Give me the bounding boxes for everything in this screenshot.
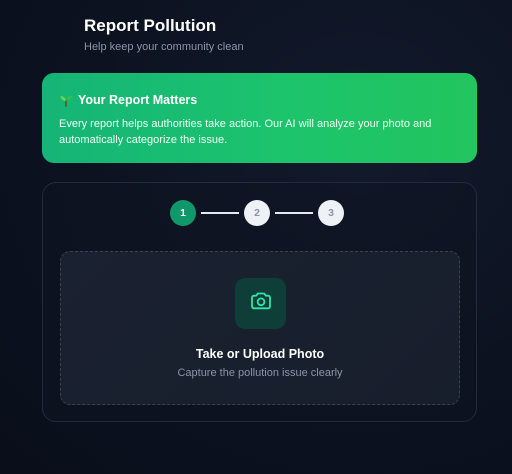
step-2[interactable]: 2 <box>244 200 270 226</box>
page-title: Report Pollution <box>84 16 217 35</box>
stepper: 1 2 3 <box>170 200 344 226</box>
step-connector <box>275 212 313 214</box>
upload-subtitle: Capture the pollution issue clearly <box>177 367 343 379</box>
step-connector <box>201 212 239 214</box>
step-1[interactable]: 1 <box>170 200 196 226</box>
photo-upload-area[interactable]: Take or Upload Photo Capture the polluti… <box>60 251 460 405</box>
camera-button[interactable] <box>235 278 286 329</box>
banner-title: Your Report Matters <box>78 93 198 107</box>
page-header: Report Pollution Help keep your communit… <box>84 16 244 54</box>
report-card: 1 2 3 Take or Upload Photo Capture the p… <box>42 182 477 422</box>
page-subtitle: Help keep your community clean <box>84 41 244 53</box>
sprout-icon <box>59 93 73 107</box>
banner-text: Every report helps authorities take acti… <box>59 118 432 146</box>
banner-title-row: Your Report Matters <box>59 92 460 108</box>
upload-title: Take or Upload Photo <box>195 347 325 361</box>
step-3[interactable]: 3 <box>318 200 344 226</box>
info-banner: Your Report Matters Every report helps a… <box>42 73 477 163</box>
camera-icon <box>249 289 273 318</box>
